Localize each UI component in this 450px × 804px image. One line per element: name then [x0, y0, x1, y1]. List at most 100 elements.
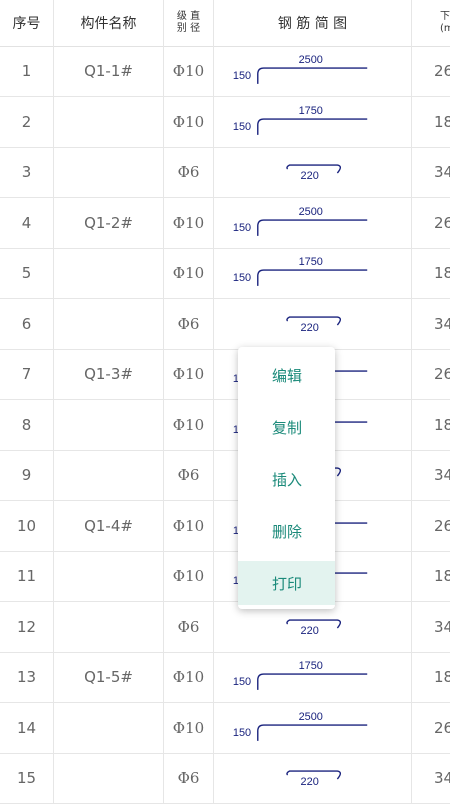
bar-length-label: 1750	[299, 256, 323, 268]
rebar-diagram: 150 1750	[214, 96, 412, 147]
rebar-diagram: 150 1750	[214, 248, 412, 298]
table-row[interactable]: 14 Φ10 150 2500 26	[0, 702, 450, 754]
row-last: 34	[412, 602, 450, 652]
row-grade: Φ10	[164, 652, 214, 702]
row-grade: Φ6	[164, 147, 214, 197]
rebar-diagram: 150 2500	[214, 702, 412, 753]
bar-length-label: 2500	[299, 711, 323, 723]
table-row[interactable]: 8Φ101518	[0, 399, 450, 451]
row-last: 34	[412, 450, 450, 500]
table-row[interactable]: 1 Q1-1# Φ10 150 2500 26	[0, 46, 450, 97]
menu-item-insert[interactable]: 插入	[238, 457, 335, 501]
row-name: Q1-3#	[54, 349, 164, 399]
hook-length-label: 150	[233, 726, 251, 738]
context-menu: 编辑复制插入删除打印	[238, 347, 335, 609]
row-grade: Φ10	[164, 349, 214, 399]
row-seq: 12	[0, 601, 54, 652]
row-last: 26	[412, 703, 450, 753]
row-grade: Φ10	[164, 551, 214, 601]
row-seq: 6	[0, 298, 54, 349]
header-grade: 级 直别 径	[164, 0, 214, 46]
row-grade: Φ10	[164, 248, 214, 298]
hook-length-label: 150	[233, 221, 251, 233]
row-name: Q1-4#	[54, 500, 164, 551]
rebar-diagram: 150 2500	[214, 197, 412, 248]
row-name	[54, 702, 164, 753]
row-last: 18	[412, 652, 450, 702]
row-name	[54, 298, 164, 349]
rebar-diagram: 150 1750	[214, 652, 412, 702]
table-row[interactable]: 4 Q1-2# Φ10 150 2500 26	[0, 197, 450, 249]
row-name: Q1-1#	[54, 46, 164, 96]
row-seq: 5	[0, 248, 54, 298]
row-seq: 15	[0, 753, 54, 803]
stirrup-length-label: 220	[301, 321, 319, 333]
rebar-shape: 220	[286, 164, 342, 182]
row-grade: Φ10	[164, 46, 214, 96]
row-seq: 7	[0, 349, 54, 399]
bar-length-label: 1750	[299, 660, 323, 672]
row-grade: Φ10	[164, 702, 214, 753]
table-row[interactable]: 11Φ101518	[0, 551, 450, 602]
hook-length-label: 150	[233, 120, 251, 132]
rebar-diagram: 220	[214, 601, 412, 652]
row-grade: Φ10	[164, 96, 214, 147]
row-last: 26	[412, 501, 450, 551]
row-name: Q1-5#	[54, 652, 164, 702]
row-name	[54, 399, 164, 450]
row-seq: 14	[0, 702, 54, 753]
rebar-diagram: 220	[214, 298, 412, 349]
table-row[interactable]: 7Q1-3#Φ101526	[0, 349, 450, 400]
table-row[interactable]: 3 Φ6 220 34	[0, 147, 450, 198]
row-grade: Φ6	[164, 298, 214, 349]
row-name	[54, 147, 164, 197]
menu-item-edit[interactable]: 编辑	[238, 353, 335, 397]
rebar-shape: 150 1750	[233, 105, 368, 135]
row-grade: Φ10	[164, 197, 214, 248]
row-seq: 9	[0, 450, 54, 500]
row-name	[54, 450, 164, 500]
bar-length-label: 2500	[299, 54, 323, 66]
menu-item-delete[interactable]: 删除	[238, 509, 335, 553]
row-grade: Φ6	[164, 450, 214, 500]
row-seq: 10	[0, 500, 54, 551]
row-last: 18	[412, 551, 450, 601]
row-seq: 8	[0, 399, 54, 450]
menu-item-copy[interactable]: 复制	[238, 405, 335, 449]
table-row[interactable]: 6 Φ6 220 34	[0, 298, 450, 350]
row-name	[54, 551, 164, 601]
row-last: 34	[412, 299, 450, 349]
stirrup-length-label: 220	[301, 776, 319, 788]
table-header: 序号 构件名称 级 直别 径 钢 筋 简 图 下 (m	[0, 0, 450, 47]
rebar-diagram: 150 2500	[214, 46, 412, 96]
table-row[interactable]: 9 Φ6 34	[0, 450, 450, 501]
header-last: 下 (m	[412, 0, 450, 46]
table-row[interactable]: 5 Φ10 150 1750 18	[0, 248, 450, 299]
bar-length-label: 1750	[299, 105, 323, 117]
row-last: 34	[412, 753, 450, 803]
table-row[interactable]: 15 Φ6 220 34	[0, 753, 450, 804]
table-row[interactable]: 12 Φ6 220 34	[0, 601, 450, 653]
table-row[interactable]: 10Q1-4#Φ101526	[0, 500, 450, 552]
row-name	[54, 753, 164, 803]
rebar-shape: 150 1750	[233, 256, 368, 286]
rebar-shape: 150 2500	[233, 54, 368, 84]
hook-length-label: 150	[233, 676, 251, 688]
row-seq: 2	[0, 96, 54, 147]
hook-length-label: 150	[233, 272, 251, 284]
row-name	[54, 96, 164, 147]
row-seq: 13	[0, 652, 54, 702]
row-seq: 11	[0, 551, 54, 601]
header-name: 构件名称	[54, 0, 164, 46]
row-grade: Φ6	[164, 753, 214, 803]
row-grade: Φ10	[164, 399, 214, 450]
rebar-shape: 150 2500	[233, 206, 368, 236]
row-last: 18	[412, 400, 450, 450]
menu-item-print[interactable]: 打印	[238, 561, 335, 605]
rebar-shape: 150 2500	[233, 711, 368, 741]
row-name: Q1-2#	[54, 197, 164, 248]
table-row[interactable]: 2 Φ10 150 1750 18	[0, 96, 450, 148]
table-row[interactable]: 13 Q1-5# Φ10 150 1750 18	[0, 652, 450, 703]
row-grade: Φ10	[164, 500, 214, 551]
row-last: 26	[412, 46, 450, 96]
